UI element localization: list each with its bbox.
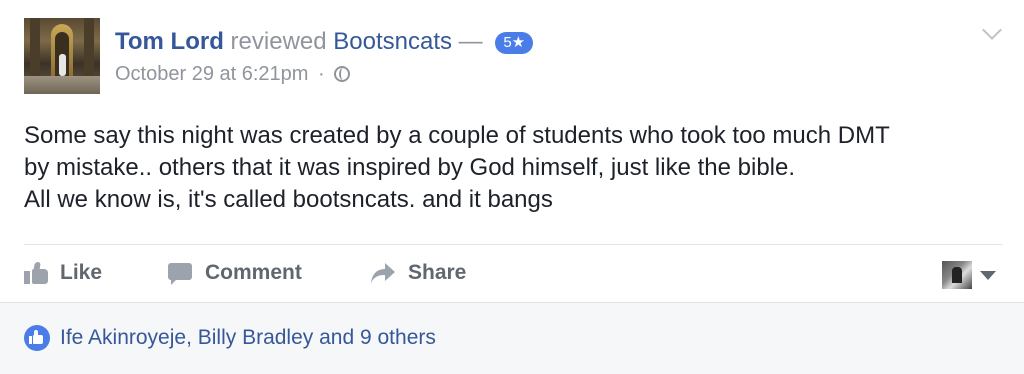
- post-headline: Tom Lord reviewed Bootsncats — 5★: [115, 28, 534, 56]
- reactions-text[interactable]: Ife Akinroyeje, Billy Bradley and 9 othe…: [60, 326, 436, 350]
- chevron-down-icon[interactable]: [982, 20, 1002, 40]
- review-verb: reviewed: [230, 28, 327, 55]
- divider: [24, 244, 1003, 245]
- reactions-summary[interactable]: Ife Akinroyeje, Billy Bradley and 9 othe…: [24, 325, 436, 351]
- share-label: Share: [408, 261, 467, 284]
- share-icon: [371, 263, 395, 283]
- comment-icon: [168, 263, 192, 285]
- like-reaction-icon: [24, 325, 50, 351]
- comment-button[interactable]: Comment: [168, 255, 302, 291]
- headline-dash: —: [458, 28, 483, 55]
- post-body: Some say this night was created by a cou…: [24, 120, 1004, 216]
- like-icon: [24, 262, 48, 284]
- viewer-avatar: [942, 261, 972, 289]
- like-button[interactable]: Like: [24, 255, 102, 291]
- timestamp-link[interactable]: October 29 at 6:21pm: [115, 63, 308, 85]
- post-meta: October 29 at 6:21pm ·: [115, 63, 351, 86]
- review-post: Tom Lord reviewed Bootsncats — 5★ Octobe…: [0, 0, 1024, 374]
- author-avatar[interactable]: [24, 18, 100, 94]
- globe-icon[interactable]: [334, 66, 351, 82]
- post-body-line: Some say this night was created by a cou…: [24, 122, 890, 149]
- share-button[interactable]: Share: [370, 255, 466, 291]
- like-label: Like: [60, 261, 103, 284]
- comment-label: Comment: [205, 261, 302, 284]
- reactions-footer: Ife Akinroyeje, Billy Bradley and 9 othe…: [0, 302, 1024, 374]
- author-name-link[interactable]: Tom Lord: [115, 28, 224, 55]
- caret-down-icon: [980, 270, 996, 280]
- rating-badge[interactable]: 5★: [495, 32, 534, 54]
- post-body-line: All we know is, it's called bootsncats. …: [24, 186, 553, 213]
- post-body-line: by mistake.. others that it was inspired…: [24, 154, 796, 181]
- page-name-link[interactable]: Bootsncats: [333, 28, 452, 55]
- meta-separator: ·: [318, 63, 325, 85]
- action-bar: Like Comment Share: [24, 255, 1004, 291]
- viewer-selector[interactable]: [942, 261, 996, 289]
